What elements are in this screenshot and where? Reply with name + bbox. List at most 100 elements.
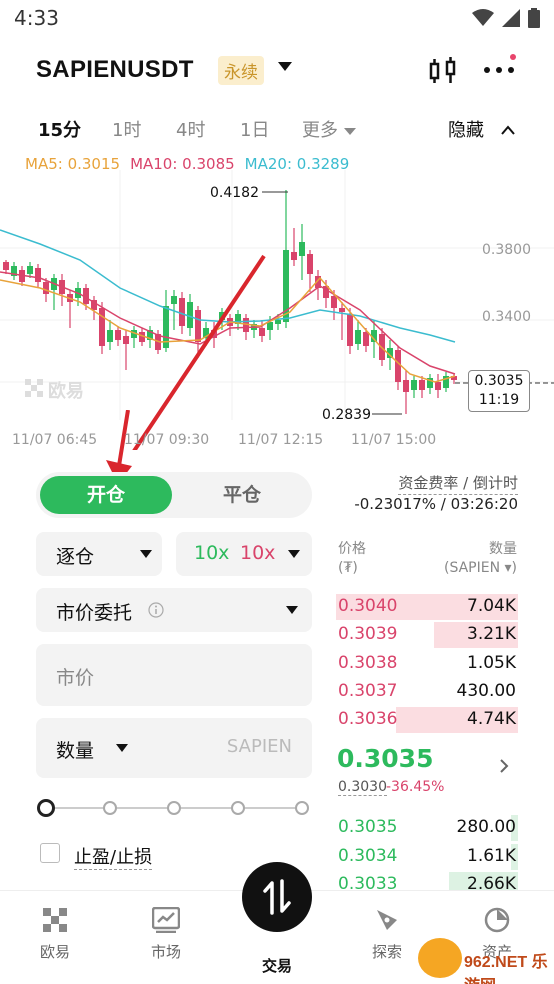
nav-trade[interactable]: 交易: [242, 955, 312, 976]
close-position-tab[interactable]: 平仓: [176, 476, 308, 514]
nav-label: 交易: [261, 957, 292, 975]
slider-stop-50[interactable]: [167, 801, 181, 815]
high-label: 0.4182: [210, 185, 259, 201]
open-position-tab[interactable]: 开仓: [40, 476, 172, 514]
ask-row[interactable]: 0.3037 430.00: [336, 677, 518, 705]
candle-body: [171, 296, 177, 304]
price-change: -36.45%: [386, 779, 445, 795]
candle-body: [291, 252, 297, 260]
candle-body: [275, 320, 281, 324]
more-menu-icon[interactable]: [482, 52, 518, 82]
margin-mode-select[interactable]: 逐仓: [36, 532, 162, 576]
ask-qty: 3.21K: [467, 624, 516, 644]
ob-qty-unit[interactable]: (SAPIEN ▾): [444, 560, 517, 576]
candle-body: [403, 380, 409, 392]
candle-body: [195, 310, 201, 342]
status-time: 4:33: [14, 6, 59, 30]
quantity-label: 数量: [56, 740, 95, 762]
candle-body: [435, 382, 441, 390]
market-chart-icon: [152, 907, 180, 933]
ask-row[interactable]: 0.3038 1.05K: [336, 649, 518, 677]
nav-market[interactable]: 市场: [131, 907, 201, 962]
status-icons: [472, 8, 540, 28]
candle-body: [339, 308, 345, 312]
candle-body: [179, 298, 185, 326]
chevron-right-icon[interactable]: [498, 758, 510, 774]
chevron-down-icon: [140, 550, 152, 558]
site-watermark-text: 962.NET 乐游网: [464, 954, 548, 984]
mark-price[interactable]: 0.3030: [338, 779, 387, 796]
time-label: 11/07 12:15: [238, 432, 324, 448]
pair-title[interactable]: SAPIENUSDT: [36, 56, 194, 84]
chevron-down-icon: [286, 606, 298, 614]
pair-dropdown-icon[interactable]: [278, 62, 292, 71]
order-type-select[interactable]: 市价委托: [36, 588, 312, 632]
watermark-text: 欧易: [48, 380, 84, 402]
trade-center-button[interactable]: [242, 862, 312, 932]
candle-body: [299, 242, 305, 256]
tpsl-checkbox[interactable]: [40, 843, 60, 863]
ob-price-header: 价格: [338, 541, 366, 557]
chevron-up-icon: [500, 125, 515, 135]
axis-label-034: 0.3400: [482, 309, 531, 325]
order-type-value: 市价委托: [56, 602, 133, 624]
funding-label[interactable]: 资金费率 / 倒计时: [398, 472, 518, 495]
ask-row[interactable]: 0.3036 4.74K: [336, 705, 518, 733]
swap-arrows-icon: [263, 879, 291, 915]
ob-qty-header: 数量: [489, 541, 517, 557]
ask-row[interactable]: 0.3039 3.21K: [336, 620, 518, 648]
axis-label-038: 0.3800: [482, 242, 531, 258]
price-field[interactable]: 市价: [36, 644, 312, 706]
slider-stop-75[interactable]: [231, 801, 245, 815]
bid-price: 0.3035: [338, 817, 398, 837]
battery-icon: [528, 8, 540, 28]
bid-price: 0.3034: [338, 846, 398, 866]
nav-explore[interactable]: 探索: [352, 907, 422, 962]
candle-body: [267, 322, 273, 330]
hide-chart-button[interactable]: 隐藏: [448, 116, 516, 142]
tab-1h[interactable]: 1时: [112, 116, 141, 142]
candle-body: [107, 330, 113, 342]
slider-handle[interactable]: [37, 799, 55, 817]
pie-chart-icon: [484, 907, 510, 933]
time-label: 11/07 15:00: [351, 432, 437, 448]
slider-stop-100[interactable]: [295, 801, 309, 815]
candle-body: [395, 350, 401, 382]
time-label: 11/07 09:30: [124, 432, 210, 448]
candle-body: [259, 328, 265, 336]
ask-qty: 1.05K: [467, 653, 516, 673]
tpsl-label[interactable]: 止盈/止损: [74, 843, 153, 870]
chevron-down-icon[interactable]: [116, 744, 128, 752]
candle-body: [43, 282, 49, 294]
mid-price[interactable]: 0.3035: [337, 744, 433, 773]
time-label: 11/07 06:45: [12, 432, 98, 448]
low-label: 0.2839: [322, 407, 371, 423]
bid-row[interactable]: 0.3034 1.61K: [336, 842, 518, 870]
candle-body: [115, 330, 121, 340]
tab-15m[interactable]: 15分: [38, 116, 81, 142]
bid-row[interactable]: 0.3035 280.00: [336, 813, 518, 841]
tab-4h[interactable]: 4时: [176, 116, 205, 142]
nav-label: 探索: [371, 943, 402, 961]
funding-value: -0.23017% / 03:26:20: [354, 495, 518, 513]
tab-1d[interactable]: 1日: [240, 116, 269, 142]
compass-icon: [377, 910, 397, 930]
candle-body: [3, 262, 9, 270]
bid-qty: 280.00: [456, 817, 516, 837]
info-icon[interactable]: [148, 602, 164, 618]
candle-body: [99, 308, 105, 346]
leverage-select[interactable]: 10x 10x: [176, 532, 312, 576]
candle-countdown: 11:19: [478, 392, 520, 408]
ask-qty: 4.74K: [467, 709, 516, 729]
position-toggle: 开仓 平仓: [36, 472, 312, 518]
tab-more[interactable]: 更多: [302, 116, 356, 142]
nav-label: 市场: [150, 943, 181, 961]
slider-stop-25[interactable]: [103, 801, 117, 815]
wifi-icon: [472, 9, 494, 26]
candlestick-icon[interactable]: [428, 56, 458, 86]
nav-home[interactable]: 欧易: [20, 907, 90, 962]
quantity-field[interactable]: 数量 SAPIEN: [36, 718, 312, 778]
site-watermark: 962.NET 乐游网: [418, 934, 548, 984]
candle-body: [419, 380, 425, 390]
ask-row[interactable]: 0.3040 7.04K: [336, 592, 518, 620]
